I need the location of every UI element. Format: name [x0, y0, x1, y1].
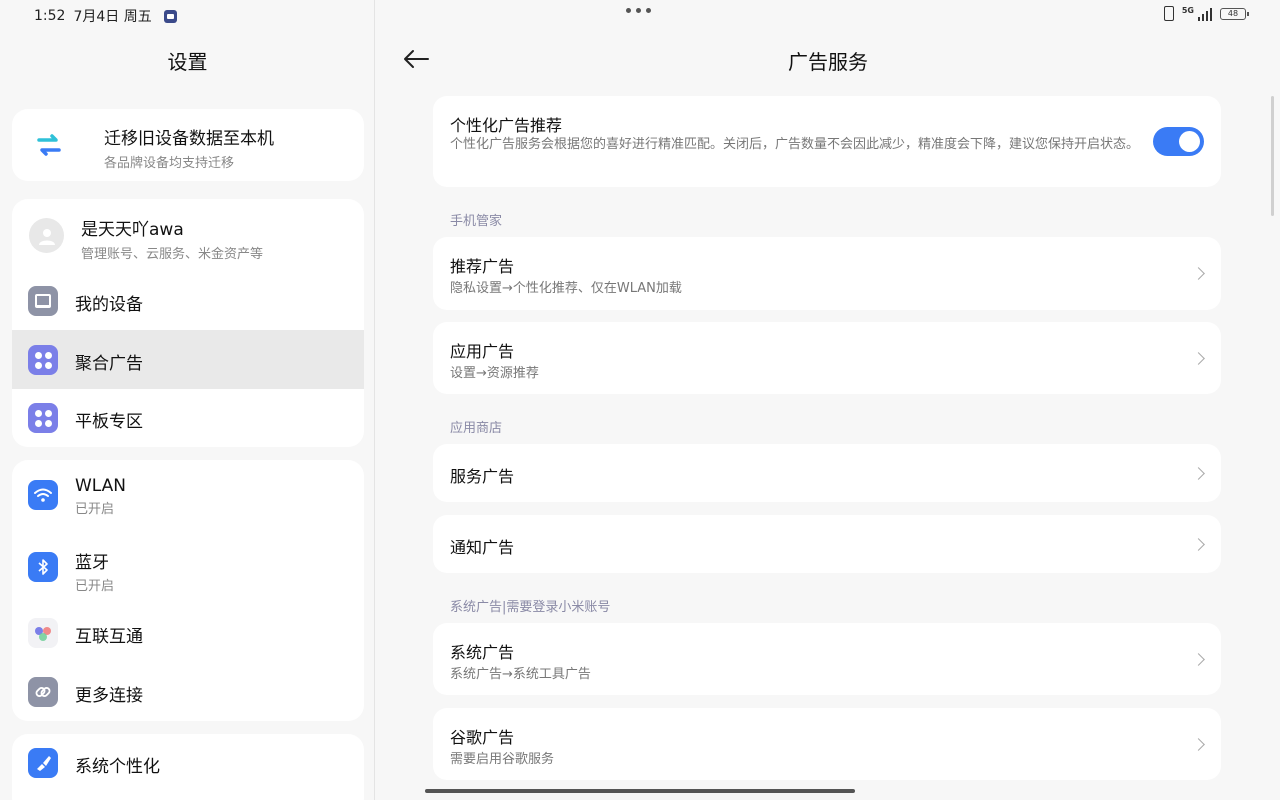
- sidebar-item-label: 我的设备: [75, 295, 143, 315]
- account-text: 是天天吖awa 管理账号、云服务、米金资产等: [81, 215, 263, 262]
- sidebar-item-label: 更多连接: [75, 686, 143, 706]
- migrate-subtitle: 各品牌设备均支持迁移: [104, 156, 235, 171]
- system-ads-row[interactable]: 系统广告 系统广告→系统工具广告: [433, 623, 1221, 695]
- status-icons: 5G 48: [1163, 6, 1249, 21]
- transfer-icon: [34, 130, 64, 160]
- personalized-ads-card: 个性化广告推荐 个性化广告服务会根据您的喜好进行精准匹配。关闭后，广告数量不会因…: [433, 96, 1221, 187]
- sidebar-title: 设置: [167, 50, 208, 74]
- apps-grid-icon: [28, 345, 58, 375]
- notification-app-icon: [163, 9, 177, 23]
- sidebar-item-wlan[interactable]: WLAN 已开启: [12, 460, 364, 532]
- account-subtitle: 管理账号、云服务、米金资产等: [81, 247, 264, 262]
- google-ads-title: 谷歌广告: [450, 728, 515, 747]
- sidebar-item-personalization[interactable]: 系统个性化: [12, 734, 364, 794]
- sidebar-item-label: 系统个性化: [75, 757, 160, 777]
- sidebar-item-interconnect[interactable]: 互联互通: [12, 604, 364, 662]
- home-indicator[interactable]: [425, 789, 855, 793]
- app-ads-sub: 设置→资源推荐: [450, 366, 539, 381]
- interconnect-icon: [28, 618, 58, 648]
- battery-icon: 48: [1220, 7, 1249, 20]
- page-title: 广告服务: [788, 50, 868, 74]
- section-system-ads: 系统广告|需要登录小米账号: [450, 600, 611, 615]
- signal-icon: 5G: [1182, 6, 1212, 21]
- notify-ads-title: 通知广告: [450, 538, 515, 557]
- link-icon: [28, 677, 58, 707]
- service-ads-row[interactable]: 服务广告: [433, 444, 1221, 502]
- apps-grid-icon: [28, 403, 58, 433]
- chevron-right-icon: [1192, 352, 1205, 365]
- recommend-ads-row[interactable]: 推荐广告 隐私设置→个性化推荐、仅在WLAN加载: [433, 237, 1221, 310]
- wifi-icon: [28, 480, 58, 510]
- bluetooth-icon: [28, 552, 58, 582]
- settings-sidebar: 设置 迁移旧设备数据至本机 各品牌设备均支持迁移 是天天吖awa 管理账号、云服…: [0, 0, 375, 800]
- sidebar-item-more-connections[interactable]: 更多连接: [12, 662, 364, 721]
- brush-icon: [28, 748, 58, 778]
- personalized-ads-toggle[interactable]: [1153, 127, 1204, 156]
- date: 7月4日 周五: [73, 9, 152, 25]
- chevron-right-icon: [1192, 738, 1205, 751]
- sidebar-item-label: 互联互通: [75, 627, 143, 647]
- wlan-status: 已开启: [75, 502, 115, 517]
- sidebar-item-label: 平板专区: [75, 412, 143, 432]
- chevron-right-icon: [1192, 467, 1205, 480]
- sidebar-item-label: 蓝牙: [75, 553, 109, 573]
- scrollbar[interactable]: [1271, 96, 1274, 216]
- tablet-icon: [28, 286, 58, 316]
- personalization-card: 系统个性化: [12, 734, 364, 800]
- recommend-ads-title: 推荐广告: [450, 257, 515, 276]
- recommend-ads-sub: 隐私设置→个性化推荐、仅在WLAN加载: [450, 281, 682, 296]
- service-ads-title: 服务广告: [450, 467, 515, 486]
- avatar: [29, 218, 64, 253]
- migrate-card[interactable]: 迁移旧设备数据至本机 各品牌设备均支持迁移: [12, 109, 364, 181]
- sidebar-item-label: 聚合广告: [75, 354, 143, 374]
- status-time: 1:52 7月4日 周五: [34, 6, 177, 26]
- app-ads-row[interactable]: 应用广告 设置→资源推荐: [433, 322, 1221, 394]
- connectivity-card: WLAN 已开启 蓝牙 已开启 互联互通 更多连接: [12, 460, 364, 721]
- google-ads-sub: 需要启用谷歌服务: [450, 752, 555, 767]
- system-ads-sub: 系统广告→系统工具广告: [450, 667, 591, 682]
- chevron-right-icon: [1192, 653, 1205, 666]
- sidebar-item-tablet-zone[interactable]: 平板专区: [12, 389, 364, 447]
- migrate-text: 迁移旧设备数据至本机 各品牌设备均支持迁移: [104, 124, 274, 171]
- bluetooth-status: 已开启: [75, 579, 115, 594]
- more-dots-icon[interactable]: [626, 8, 651, 13]
- account-card: 是天天吖awa 管理账号、云服务、米金资产等 我的设备 聚合广告 平板专区: [12, 199, 364, 447]
- clock: 1:52: [34, 8, 66, 24]
- app-ads-title: 应用广告: [450, 342, 515, 361]
- chevron-right-icon: [1192, 267, 1205, 280]
- google-ads-row[interactable]: 谷歌广告 需要启用谷歌服务: [433, 708, 1221, 780]
- account-row[interactable]: 是天天吖awa 管理账号、云服务、米金资产等: [12, 199, 364, 271]
- notify-ads-row[interactable]: 通知广告: [433, 515, 1221, 573]
- chevron-right-icon: [1192, 538, 1205, 551]
- sidebar-item-label: WLAN: [75, 476, 127, 496]
- phone-icon: [1163, 6, 1174, 21]
- sidebar-item-my-device[interactable]: 我的设备: [12, 271, 364, 330]
- personalized-ads-desc: 个性化广告服务会根据您的喜好进行精准匹配。关闭后，广告数量不会因此减少，精准度会…: [450, 137, 1140, 152]
- section-app-store: 应用商店: [450, 421, 503, 436]
- section-phone-manager: 手机管家: [450, 214, 503, 229]
- system-ads-title: 系统广告: [450, 643, 515, 662]
- sidebar-item-ads[interactable]: 聚合广告: [12, 330, 364, 389]
- account-name: 是天天吖awa: [81, 220, 184, 240]
- migrate-title: 迁移旧设备数据至本机: [104, 129, 274, 149]
- sidebar-item-bluetooth[interactable]: 蓝牙 已开启: [12, 532, 364, 604]
- personalized-ads-title: 个性化广告推荐: [450, 116, 563, 135]
